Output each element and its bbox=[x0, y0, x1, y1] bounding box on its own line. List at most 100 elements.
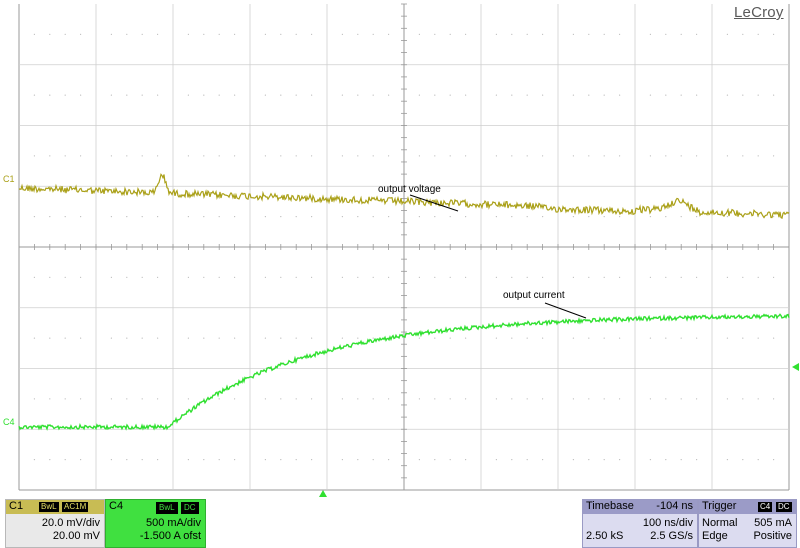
grid-dot bbox=[126, 337, 128, 339]
grid-dot bbox=[495, 459, 497, 461]
grid-dot bbox=[280, 94, 282, 96]
grid-dot bbox=[126, 155, 128, 157]
grid-dot bbox=[33, 398, 36, 400]
grid-dot bbox=[49, 33, 51, 35]
grid-dot bbox=[126, 216, 128, 218]
grid-dot bbox=[434, 337, 436, 339]
c4-scale: 500 mA/div bbox=[145, 517, 201, 529]
grid-dot bbox=[511, 276, 513, 278]
grid-dot bbox=[434, 398, 436, 400]
grid-dot bbox=[465, 155, 467, 157]
grid-dot bbox=[588, 33, 590, 35]
grid-dot bbox=[603, 94, 605, 96]
grid-dot bbox=[295, 33, 297, 35]
grid-dot bbox=[157, 276, 159, 278]
grid-dot bbox=[264, 337, 266, 339]
grid-dot bbox=[64, 276, 66, 278]
grid-dot bbox=[542, 276, 544, 278]
grid-dot bbox=[418, 216, 420, 218]
grid-dot bbox=[187, 459, 189, 461]
grid-dot bbox=[511, 33, 513, 35]
grid-dot bbox=[372, 94, 374, 96]
grid-dot bbox=[542, 33, 544, 35]
grid-dot bbox=[357, 155, 359, 157]
grid-dot bbox=[80, 276, 82, 278]
grid-dot bbox=[418, 94, 420, 96]
grid-dot bbox=[757, 398, 759, 400]
timebase-panel[interactable]: Timebase -104 ns 100 ns/div 2.50 kS 2.5 … bbox=[582, 499, 698, 548]
grid-dot bbox=[526, 398, 528, 400]
grid-dot bbox=[64, 337, 66, 339]
grid-dot bbox=[449, 33, 451, 35]
grid-dot bbox=[696, 216, 698, 218]
grid-dot bbox=[726, 276, 729, 278]
c1-panel-header: C1 BwL AC1M bbox=[6, 500, 104, 514]
grid-dot bbox=[572, 276, 575, 278]
grid-dot bbox=[187, 94, 189, 96]
grid-dot bbox=[603, 276, 605, 278]
trigger-source-tag: C4 bbox=[758, 502, 773, 512]
grid-dot bbox=[126, 459, 128, 461]
grid-dot bbox=[388, 155, 390, 157]
grid-dot bbox=[495, 33, 497, 35]
grid-dot bbox=[141, 398, 143, 400]
grid-dot bbox=[572, 33, 575, 35]
grid-dot bbox=[773, 33, 775, 35]
grid-dot bbox=[696, 94, 698, 96]
grid-dot bbox=[665, 94, 667, 96]
grid-dot bbox=[110, 216, 112, 218]
timebase-title: Timebase bbox=[586, 500, 634, 512]
grid-dot bbox=[80, 33, 82, 35]
grid-dot bbox=[110, 459, 112, 461]
grid-dot bbox=[141, 94, 143, 96]
grid-dot bbox=[234, 94, 236, 96]
grid-dot bbox=[742, 155, 744, 157]
trigger-level-marker[interactable] bbox=[792, 363, 799, 371]
grid-dot bbox=[357, 337, 359, 339]
grid-dot bbox=[110, 33, 112, 35]
grid-dot bbox=[495, 216, 497, 218]
grid-dot bbox=[588, 459, 590, 461]
grid-dot bbox=[341, 94, 343, 96]
grid-dot bbox=[311, 94, 313, 96]
grid-dot bbox=[742, 398, 744, 400]
grid-dot bbox=[757, 459, 759, 461]
grid-dot bbox=[234, 155, 236, 157]
c1-settings-panel[interactable]: C1 BwL AC1M 20.0 mV/div 20.00 mV bbox=[5, 499, 105, 548]
grid-dot bbox=[665, 398, 667, 400]
trigger-panel[interactable]: Trigger C4 DC Normal 505 mA Edge Positiv… bbox=[698, 499, 797, 548]
grid-dot bbox=[773, 337, 775, 339]
grid-dot bbox=[726, 155, 729, 157]
grid-dot bbox=[341, 276, 343, 278]
trigger-position-marker[interactable] bbox=[319, 490, 327, 497]
grid-dot bbox=[588, 94, 590, 96]
grid-dot bbox=[341, 459, 343, 461]
grid-dot bbox=[187, 216, 189, 218]
grid-dot bbox=[542, 155, 544, 157]
timebase-scale: 100 ns/div bbox=[642, 517, 693, 529]
grid-dot bbox=[418, 155, 420, 157]
grid-dot bbox=[280, 337, 282, 339]
grid-dot bbox=[110, 155, 112, 157]
grid-dot bbox=[33, 155, 36, 157]
grid-dot bbox=[203, 337, 205, 339]
grid-dot bbox=[542, 216, 544, 218]
c4-settings-panel[interactable]: C4 BwL DC 500 mA/div -1.500 A ofst bbox=[105, 499, 206, 548]
grid-dot bbox=[234, 337, 236, 339]
grid-dot bbox=[495, 155, 497, 157]
grid-dot bbox=[434, 276, 436, 278]
grid-dot bbox=[696, 276, 698, 278]
grid-dot bbox=[619, 459, 621, 461]
grid-dot bbox=[218, 94, 220, 96]
grid-dot bbox=[126, 33, 128, 35]
grid-dot bbox=[742, 337, 744, 339]
grid-dot bbox=[495, 276, 497, 278]
grid-dot bbox=[126, 276, 128, 278]
grid-dot bbox=[665, 155, 667, 157]
grid-dot bbox=[465, 459, 467, 461]
grid-dot bbox=[372, 459, 374, 461]
grid-dot bbox=[141, 33, 143, 35]
grid-dot bbox=[680, 94, 682, 96]
c4-panel-header: C4 BwL DC bbox=[106, 500, 205, 514]
grid-dot bbox=[264, 33, 266, 35]
